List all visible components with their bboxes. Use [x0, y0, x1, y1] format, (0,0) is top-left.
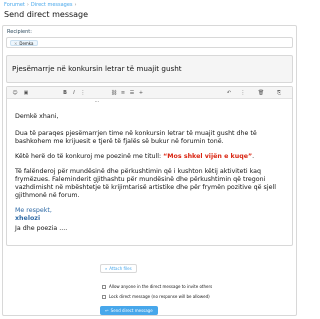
- delete-icon[interactable]: 🗑: [257, 89, 265, 97]
- allow-invite-label: Allow anyone in the direct message to in…: [109, 284, 213, 289]
- lock-label: Lock direct message (no response will be…: [109, 294, 210, 299]
- option-allow-invite[interactable]: Allow anyone in the direct message to in…: [102, 284, 212, 289]
- recipient-label: Recipient:: [7, 29, 32, 35]
- poem-intro-end: .: [252, 153, 255, 160]
- preview-icon[interactable]: ⎘: [275, 89, 283, 97]
- recipient-name: Demka: [19, 41, 34, 46]
- breadcrumb-item-forumet[interactable]: Forumet: [4, 2, 25, 8]
- reply-icon: ↩: [105, 308, 109, 313]
- paragraph-poem: Këtë herë do të konkuroj me poezinë me t…: [15, 153, 287, 161]
- title-input[interactable]: Pjesëmarrje në konkursin letrar të muaji…: [6, 55, 293, 83]
- signature-text: xhelozi: [15, 215, 41, 222]
- attach-files-label: Attach files: [109, 266, 132, 271]
- breadcrumb-item-direct-messages[interactable]: Direct messages: [31, 2, 73, 8]
- vertical-dots-icon[interactable]: ⋮: [239, 89, 247, 97]
- recipient-input[interactable]: × Demka: [6, 37, 293, 48]
- send-message-label: Send direct message: [110, 308, 153, 313]
- paragraph-thanks: Të falënderoj për mundësinë dhe përkusht…: [15, 168, 276, 199]
- lock-checkbox[interactable]: [102, 294, 106, 299]
- paperclip-icon: ⌕: [105, 266, 108, 271]
- allow-invite-checkbox[interactable]: [102, 284, 106, 289]
- poem-title: “Mos shkel vijën e kuqe”: [163, 153, 253, 160]
- link-icon[interactable]: ⛓: [110, 89, 118, 97]
- attach-files-button[interactable]: ⌕ Attach files: [100, 264, 137, 273]
- recipient-chip: × Demka: [10, 40, 38, 46]
- breadcrumb-separator: ›: [26, 2, 29, 8]
- option-lock[interactable]: Lock direct message (no response will be…: [102, 294, 210, 299]
- undo-icon[interactable]: ↶: [225, 89, 233, 97]
- smile-icon[interactable]: ☺: [11, 89, 19, 97]
- closing-text: Ja dhe poezia ....: [15, 225, 68, 232]
- bold-icon[interactable]: B: [61, 89, 69, 97]
- breadcrumb: Forumet › Direct messages ›: [4, 2, 79, 8]
- sign-off-text: Me respekt,: [15, 207, 52, 214]
- send-message-button[interactable]: ↩ Send direct message: [100, 306, 158, 315]
- list-icon[interactable]: ☰: [128, 89, 136, 97]
- page-title: Send direct message: [4, 10, 89, 19]
- message-editor[interactable]: ☺ ▣ B I ⋮ ⛓ ≡ ☰ + ↶ ⋮ 🗑 ⎘ ⋯ Demkë xhani,…: [6, 86, 293, 246]
- align-icon[interactable]: ≡: [119, 89, 127, 97]
- italic-icon[interactable]: I: [70, 89, 78, 97]
- paragraph-intro: Dua të paraqes pjesëmarrjen time në konk…: [15, 130, 257, 145]
- poem-intro-text: Këtë herë do të konkuroj me poezinë me t…: [15, 153, 164, 160]
- settings-icon[interactable]: ⋯: [93, 99, 101, 105]
- remove-recipient-icon[interactable]: ×: [14, 41, 17, 46]
- image-icon[interactable]: ▣: [22, 89, 30, 97]
- more-text-icon[interactable]: ⋮: [79, 89, 87, 97]
- greeting-text: Demkë xhani,: [15, 113, 59, 120]
- message-body[interactable]: Demkë xhani, Dua të paraqes pjesëmarrjen…: [15, 113, 287, 233]
- breadcrumb-separator: ›: [74, 2, 77, 8]
- editor-toolbar: ☺ ▣ B I ⋮ ⛓ ≡ ☰ + ↶ ⋮ 🗑 ⎘: [7, 87, 292, 99]
- insert-icon[interactable]: +: [137, 89, 145, 97]
